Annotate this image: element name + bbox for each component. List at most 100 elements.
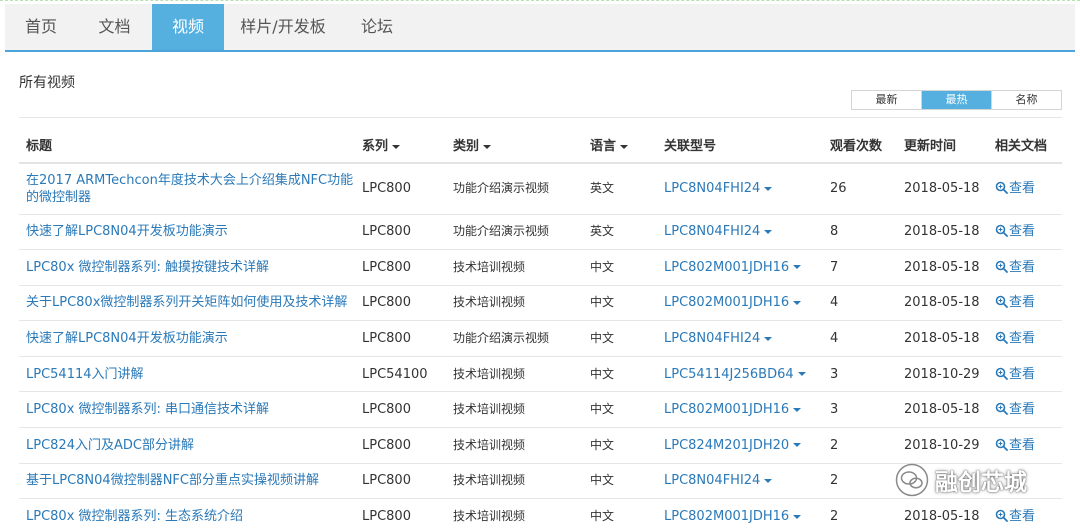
model-dropdown[interactable]: LPC8N04FHI24 [664, 224, 773, 239]
main-nav: 首页 文档 视频 样片/开发板 论坛 [5, 4, 1075, 52]
cell-language: 中文 [583, 463, 657, 500]
table-row: 在2017 ARMTechcon年度技术大会上介绍集成NFC功能的微控制器 LPC… [19, 163, 1062, 215]
model-dropdown[interactable]: LPC54114J256BD64 [664, 367, 806, 382]
cell-docs: 查看 [988, 391, 1062, 429]
model-dropdown[interactable]: LPC802M001JDH16 [664, 260, 802, 275]
video-title-link[interactable]: 在2017 ARMTechcon年度技术大会上介绍集成NFC功能的微控制器 [26, 173, 353, 205]
view-docs-link[interactable]: 查看 [995, 438, 1035, 453]
view-docs-link[interactable]: 查看 [995, 181, 1035, 196]
cell-title: LPC80x 微控制器系列: 触摸按键技术详解 [19, 249, 355, 286]
model-dropdown[interactable]: LPC824M201JDH20 [664, 438, 802, 453]
cell-model: LPC802M001JDH16 [657, 391, 823, 429]
caret-down-icon [793, 443, 802, 448]
col-header-language[interactable]: 语言 [583, 127, 657, 164]
cell-language: 中文 [583, 391, 657, 429]
col-header-model: 关联型号 [657, 127, 823, 164]
caret-down-icon [764, 336, 773, 341]
magnifier-icon [995, 181, 1008, 195]
video-title-link[interactable]: LPC824入门及ADC部分讲解 [26, 438, 194, 453]
video-title-link[interactable]: LPC54114入门讲解 [26, 367, 144, 382]
nav-tab-docs[interactable]: 文档 [77, 4, 152, 50]
cell-views: 7 [823, 249, 897, 286]
cell-docs: 查看 [988, 356, 1062, 393]
cell-updated: 2018-05-18 [897, 249, 988, 286]
col-header-series[interactable]: 系列 [355, 127, 446, 164]
cell-views: 2 [823, 427, 897, 464]
sort-name-button[interactable]: 名称 [991, 91, 1061, 109]
cell-category: 功能介绍演示视频 [446, 320, 583, 357]
cell-category: 技术培训视频 [446, 498, 583, 530]
model-dropdown[interactable]: LPC8N04FHI24 [664, 181, 773, 196]
cell-series: LPC800 [355, 391, 446, 429]
cell-updated: 2018-05-18 [897, 391, 988, 429]
model-dropdown[interactable]: LPC802M001JDH16 [664, 295, 802, 310]
cell-docs: 查看 [988, 320, 1062, 357]
cell-model: LPC802M001JDH16 [657, 498, 823, 530]
video-title-link[interactable]: LPC80x 微控制器系列: 串口通信技术详解 [26, 402, 269, 417]
view-docs-link[interactable]: 查看 [995, 509, 1035, 524]
video-title-link[interactable]: 关于LPC80x微控制器系列开关矩阵如何使用及技术详解 [26, 295, 347, 310]
cell-category: 技术培训视频 [446, 427, 583, 464]
cell-updated [897, 463, 988, 500]
video-title-link[interactable]: 快速了解LPC8N04开发板功能演示 [26, 224, 228, 239]
caret-down-icon [620, 144, 629, 149]
nav-tab-forum[interactable]: 论坛 [342, 4, 412, 50]
sort-hottest-button[interactable]: 最热 [921, 91, 991, 109]
table-row: 快速了解LPC8N04开发板功能演示 LPC800 功能介绍演示视频 英文 LPC8N0… [19, 214, 1062, 251]
cell-title: 快速了解LPC8N04开发板功能演示 [19, 320, 355, 357]
cell-category: 技术培训视频 [446, 249, 583, 286]
col-header-views: 观看次数 [823, 127, 897, 164]
nav-tab-videos[interactable]: 视频 [152, 4, 224, 50]
magnifier-icon [995, 402, 1008, 416]
cell-title: 在2017 ARMTechcon年度技术大会上介绍集成NFC功能的微控制器 [19, 163, 355, 215]
view-docs-link[interactable]: 查看 [995, 260, 1035, 275]
nav-tab-samples-boards[interactable]: 样片/开发板 [224, 4, 342, 50]
cell-series: LPC800 [355, 498, 446, 530]
table-header-row: 标题 系列 类别 语言 关联型号 观看次数 更新时间 相关文档 [19, 127, 1062, 164]
caret-down-icon [793, 514, 802, 519]
model-dropdown[interactable]: LPC8N04FHI24 [664, 473, 773, 488]
col-header-title: 标题 [19, 127, 355, 164]
model-dropdown[interactable]: LPC802M001JDH16 [664, 402, 802, 417]
cell-series: LPC800 [355, 163, 446, 215]
sort-toggle-group: 最新 最热 名称 [851, 90, 1062, 110]
view-docs-link[interactable]: 查看 [995, 295, 1035, 310]
cell-model: LPC8N04FHI24 [657, 463, 823, 500]
section-divider [19, 117, 1062, 118]
video-title-link[interactable]: 快速了解LPC8N04开发板功能演示 [26, 331, 228, 346]
cell-views: 26 [823, 163, 897, 215]
magnifier-icon [995, 367, 1008, 380]
cell-views: 4 [823, 285, 897, 322]
cell-language: 中文 [583, 249, 657, 286]
cell-docs: 查看 [988, 163, 1062, 215]
model-dropdown[interactable]: LPC802M001JDH16 [664, 509, 802, 524]
cell-series: LPC800 [355, 249, 446, 286]
view-docs-link[interactable]: 查看 [995, 402, 1035, 417]
cell-language: 中文 [583, 498, 657, 530]
video-title-link[interactable]: LPC80x 微控制器系列: 生态系统介绍 [26, 509, 243, 524]
sort-latest-button[interactable]: 最新 [852, 91, 921, 109]
cell-language: 英文 [583, 214, 657, 251]
cell-updated: 2018-05-18 [897, 163, 988, 215]
cell-language: 中文 [583, 427, 657, 464]
video-table: 标题 系列 类别 语言 关联型号 观看次数 更新时间 相关文档 在2017 AR… [19, 127, 1062, 530]
model-dropdown[interactable]: LPC8N04FHI24 [664, 331, 773, 346]
magnifier-icon [995, 331, 1008, 344]
col-header-category[interactable]: 类别 [446, 127, 583, 164]
cell-docs: 查看 [988, 498, 1062, 530]
video-title-link[interactable]: LPC80x 微控制器系列: 触摸按键技术详解 [26, 260, 269, 275]
nav-tab-home[interactable]: 首页 [5, 4, 77, 50]
view-docs-link[interactable]: 查看 [995, 224, 1035, 239]
table-row: LPC80x 微控制器系列: 串口通信技术详解 LPC800 技术培训视频 中文 LPC… [19, 391, 1062, 429]
view-docs-link[interactable]: 查看 [995, 367, 1035, 382]
video-title-link[interactable]: 基于LPC8N04微控制器NFC部分重点实操视频讲解 [26, 473, 319, 488]
cell-model: LPC8N04FHI24 [657, 214, 823, 251]
magnifier-icon [995, 224, 1008, 238]
cell-language: 中文 [583, 356, 657, 393]
cell-category: 功能介绍演示视频 [446, 163, 583, 215]
view-docs-link[interactable]: 查看 [995, 331, 1035, 346]
caret-down-icon [764, 478, 773, 483]
cell-title: LPC824入门及ADC部分讲解 [19, 427, 355, 464]
magnifier-icon [995, 438, 1008, 451]
cell-model: LPC8N04FHI24 [657, 320, 823, 357]
